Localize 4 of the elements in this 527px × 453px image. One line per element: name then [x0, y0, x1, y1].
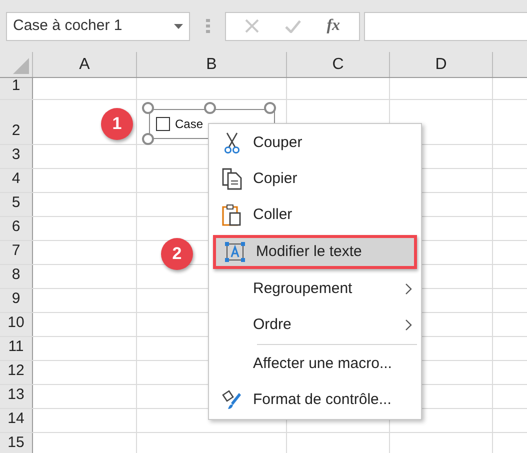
checkbox-label: Case [175, 116, 204, 133]
step-number-badge: 1 [101, 108, 133, 140]
name-box-value: Case à cocher 1 [13, 16, 122, 36]
step-number-badge: 2 [161, 238, 193, 270]
